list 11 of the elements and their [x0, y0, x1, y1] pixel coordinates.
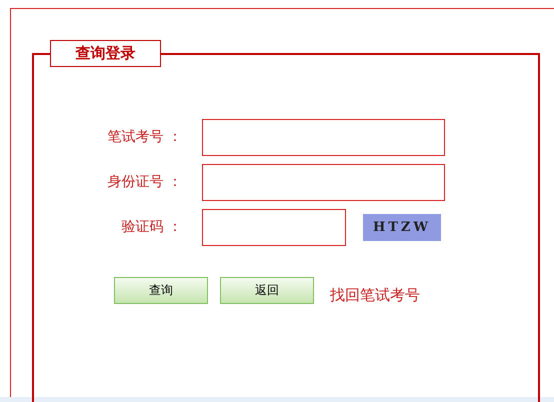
- field-label: 笔试考号 ：: [106, 128, 182, 147]
- back-button[interactable]: 返回: [220, 276, 314, 304]
- field-label: 验证码 ：: [120, 218, 182, 237]
- input-field[interactable]: [202, 209, 346, 246]
- input-field[interactable]: [202, 164, 445, 201]
- captcha-image: HTZW: [363, 214, 441, 241]
- input-field[interactable]: [202, 119, 445, 156]
- field-label: 身份证号 ：: [106, 173, 182, 192]
- legend-title: 查询登录: [50, 40, 161, 67]
- recover-number-link[interactable]: 找回笔试考号: [330, 284, 420, 306]
- query-button[interactable]: 查询: [114, 276, 208, 304]
